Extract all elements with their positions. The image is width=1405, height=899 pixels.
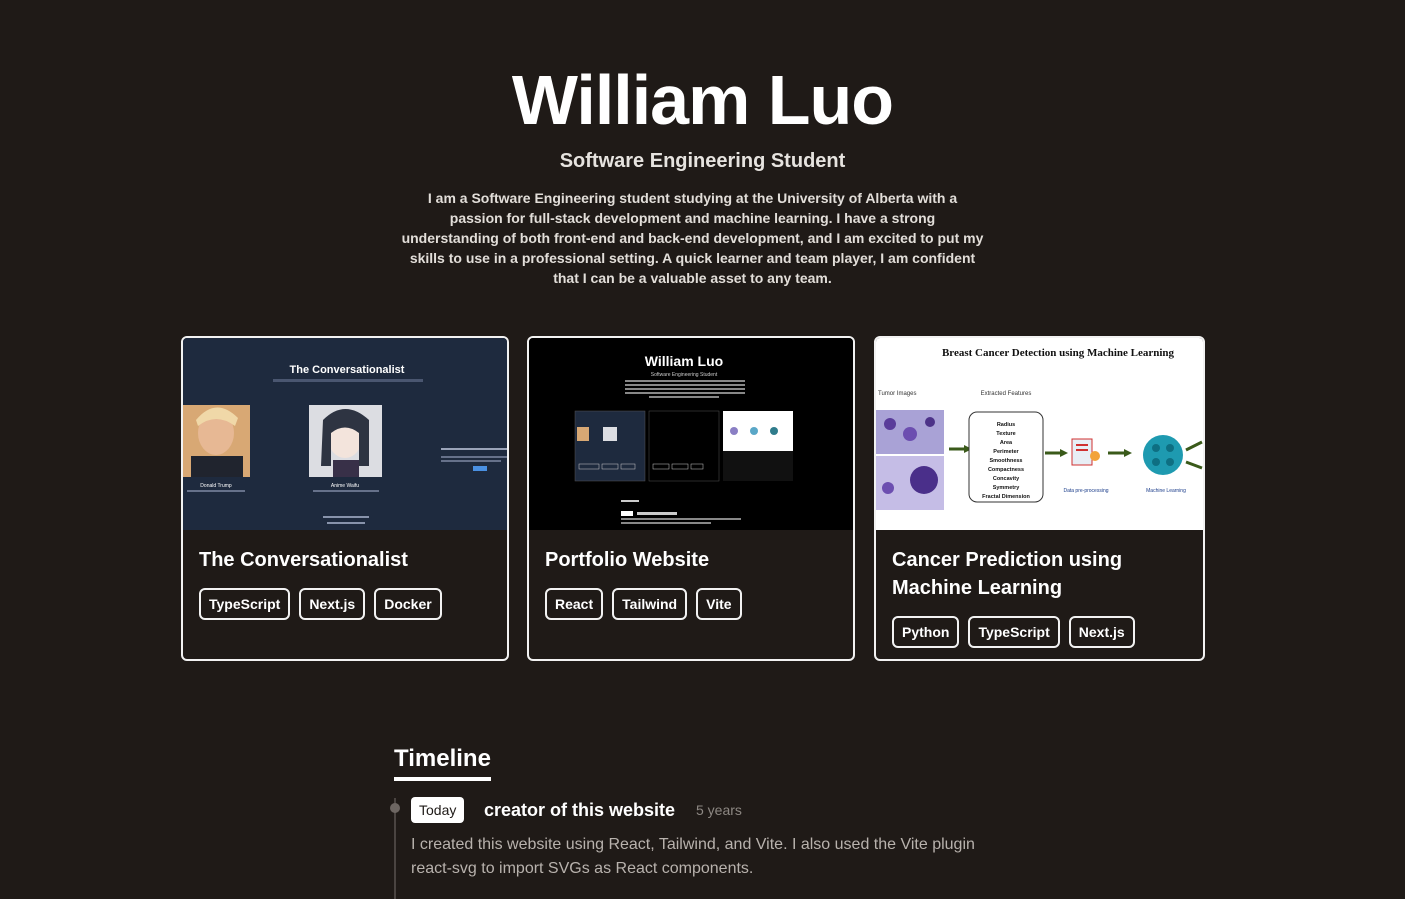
feature-item: Texture	[996, 431, 1015, 437]
tag-typescript: TypeScript	[199, 588, 291, 620]
thumb-col2: Extracted Features	[981, 391, 1032, 397]
thumb-heading: Breast Cancer Detection using Machine Le…	[942, 347, 1175, 359]
thumb-person1: Donald Trump	[200, 483, 232, 489]
portfolio-page: William Luo Software Engineering Student…	[0, 0, 1405, 899]
tag-list: Python TypeScript Next.js	[892, 616, 1193, 648]
thumb-step1: Data pre-processing	[1063, 488, 1108, 494]
tag-list: TypeScript Next.js Docker	[199, 588, 497, 620]
feature-item: Area	[1000, 440, 1013, 446]
subtitle: Software Engineering Student	[559, 150, 846, 172]
tag-tailwind: Tailwind	[612, 588, 688, 620]
tag-react: React	[545, 588, 604, 620]
timeline-dot	[390, 803, 400, 813]
thumb-heading: The Conversationalist	[290, 364, 405, 376]
timeline-heading: Timeline	[394, 744, 491, 781]
tag-list: React Tailwind Vite	[545, 588, 843, 620]
feature-item: Compactness	[988, 467, 1024, 473]
timeline-entry-duration: 5 years	[696, 802, 742, 818]
thumb-step2: Machine Learning	[1146, 488, 1186, 494]
tag-nextjs: Next.js	[299, 588, 366, 620]
feature-item: Radius	[997, 422, 1015, 428]
thumb-col1: Tumor Images	[878, 391, 916, 397]
tag-nextjs: Next.js	[1068, 616, 1135, 648]
project-card-portfolio[interactable]: William Luo Software Engineering Student	[527, 336, 855, 661]
feature-item: Perimeter	[993, 449, 1019, 455]
timeline-date-badge: Today	[411, 797, 465, 823]
tag-vite: Vite	[696, 588, 742, 620]
timeline-line	[394, 798, 396, 899]
project-title[interactable]: Cancer Prediction using Machine Learning	[892, 546, 1187, 602]
feature-item: Fractal Dimension	[982, 494, 1030, 500]
project-thumbnail: William Luo Software Engineering Student	[529, 338, 853, 530]
thumb-heading: William Luo	[645, 353, 723, 369]
tag-python: Python	[892, 616, 960, 648]
tag-docker: Docker	[374, 588, 442, 620]
feature-item: Symmetry	[993, 485, 1021, 491]
timeline-entry-description: I created this website using React, Tail…	[411, 836, 975, 877]
project-title[interactable]: The Conversationalist	[199, 546, 491, 574]
timeline-entry-title: creator of this website	[484, 800, 676, 820]
project-thumbnail: The Conversationalist Donald Trump Anime…	[183, 338, 507, 530]
thumb-subheading: Software Engineering Student	[651, 372, 718, 378]
feature-item: Concavity	[993, 476, 1020, 482]
feature-item: Smoothness	[989, 458, 1022, 464]
bio-text: I am a Software Engineering student stud…	[401, 190, 984, 286]
thumb-person2: Anime Waifu	[331, 483, 359, 489]
project-card-cancer-prediction[interactable]: Breast Cancer Detection using Machine Le…	[874, 336, 1205, 661]
project-card-conversationalist[interactable]: The Conversationalist Donald Trump Anime…	[181, 336, 509, 661]
page-title: William Luo	[511, 61, 894, 139]
project-title[interactable]: Portfolio Website	[545, 546, 837, 574]
project-thumbnail: Breast Cancer Detection using Machine Le…	[876, 338, 1203, 530]
tag-typescript: TypeScript	[968, 616, 1060, 648]
